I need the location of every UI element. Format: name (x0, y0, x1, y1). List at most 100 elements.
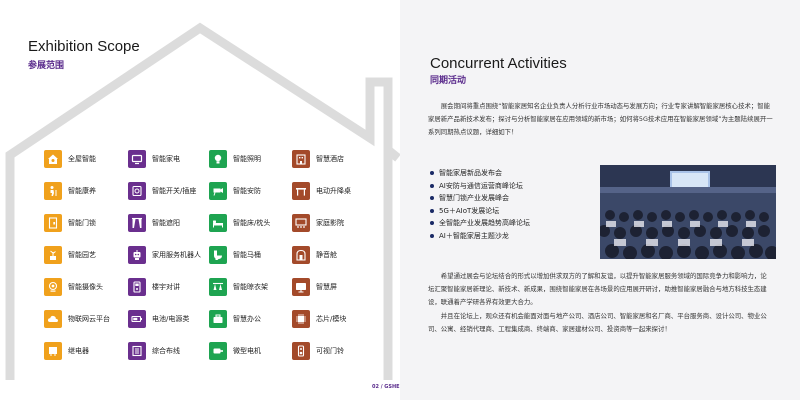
scope-item: 智能家电 (128, 150, 180, 168)
conference-photo (600, 165, 776, 259)
scope-item-label: 智能安防 (233, 187, 261, 195)
bullet-dot (430, 171, 434, 176)
list-item: 全智能产业发展趋势高峰论坛 (430, 217, 610, 230)
scope-item-label: 智能照明 (233, 155, 261, 163)
list-item-label: 智慧门锁产业发展峰会 (439, 194, 509, 202)
scope-item: 综合布线 (128, 342, 180, 360)
bed-icon (209, 214, 227, 232)
scope-item-label: 智能门锁 (68, 219, 96, 227)
scope-item: 静音舱 (292, 246, 337, 264)
robot-icon (128, 246, 146, 264)
scope-item: 智能门锁 (44, 214, 96, 232)
home-gear-icon (44, 150, 62, 168)
scope-item-label: 静音舱 (316, 251, 337, 259)
list-item: 5G＋AIoT发展论坛 (430, 205, 610, 218)
scope-item: 电池/电源类 (128, 310, 189, 328)
scope-item-label: 智能遮阳 (152, 219, 180, 227)
hotel-icon (292, 150, 310, 168)
scope-item: 芯片/模块 (292, 310, 346, 328)
scope-item-label: 物联网云平台 (68, 315, 110, 323)
scope-item-label: 家用服务机器人 (152, 251, 201, 259)
activities-paragraph-3: 并且在论坛上，观众还有机会能面对面与地产公司、酒店公司、智能家居和名厂商、平台服… (428, 312, 767, 333)
scope-title-en: Exhibition Scope (28, 38, 140, 55)
page-number: 02 / GSHE (372, 384, 400, 390)
scope-grid: 全屋智能 智能家电 智能照明 智慧酒店 智能康养 智能开关/插座 智能安防 电动… (44, 150, 374, 375)
scope-item-label: 智能摄像头 (68, 283, 103, 291)
scope-item: 智能安防 (209, 182, 261, 200)
scope-item-label: 电动升降桌 (316, 187, 351, 195)
doorbell-icon (292, 342, 310, 360)
activities-intro: 展会期间将重点围绕“智能家居知名企业负责人分析行业市场动态与发展方向；行业专家讲… (428, 102, 773, 136)
power-switch-icon (128, 182, 146, 200)
scope-item: 家庭影院 (292, 214, 344, 232)
scope-item: 物联网云平台 (44, 310, 110, 328)
scope-title-cn: 参展范围 (28, 61, 65, 71)
pod-icon (292, 246, 310, 264)
scope-item-label: 智慧酒店 (316, 155, 344, 163)
scope-item-label: 智能床/枕头 (233, 219, 271, 227)
scope-item-label: 全屋智能 (68, 155, 96, 163)
bullet-dot (430, 196, 434, 201)
scope-item-label: 智能晾衣架 (233, 283, 268, 291)
scope-item-label: 微型电机 (233, 347, 261, 355)
concurrent-activities-page: Concurrent Activities 同期活动 展会期间将重点围绕“智能家… (400, 0, 800, 400)
scope-item-label: 智慧屏 (316, 283, 337, 291)
scope-item: 微型电机 (209, 342, 261, 360)
garden-icon (44, 246, 62, 264)
list-item: 智慧门锁产业发展峰会 (430, 192, 610, 205)
scope-item: 智慧酒店 (292, 150, 344, 168)
scope-item-label: 芯片/模块 (316, 315, 347, 323)
scope-item-label: 智慧办公 (233, 315, 261, 323)
theater-icon (292, 214, 310, 232)
list-item: 智能家居新品发布会 (430, 167, 610, 180)
scope-item: 智能照明 (209, 150, 261, 168)
scope-item-label: 智能开关/插座 (152, 187, 197, 195)
motor-icon (209, 342, 227, 360)
list-item-label: 全智能产业发展趋势高峰论坛 (439, 219, 530, 227)
scope-item: 智慧办公 (209, 310, 261, 328)
scope-item-label: 智能康养 (68, 187, 96, 195)
toilet-icon (209, 246, 227, 264)
scope-item: 智能园艺 (44, 246, 96, 264)
bullet-dot (430, 183, 434, 188)
scope-item-label: 智能家电 (152, 155, 180, 163)
activities-title-cn: 同期活动 (430, 76, 467, 86)
screen-icon (292, 278, 310, 296)
scope-item-label: 家庭影院 (316, 219, 344, 227)
scope-item: 全屋智能 (44, 150, 96, 168)
webcam-icon (44, 278, 62, 296)
activities-title-en: Concurrent Activities (430, 55, 567, 72)
list-item-label: AI安防与通信运营商峰论坛 (439, 181, 523, 190)
bullet-dot (430, 208, 434, 213)
scope-item: 楼宇对讲 (128, 278, 180, 296)
bullet-dot (430, 233, 434, 238)
wiring-icon (128, 342, 146, 360)
scope-item-label: 电池/电源类 (152, 315, 190, 323)
door-lock-icon (44, 214, 62, 232)
elderly-care-icon (44, 182, 62, 200)
bulb-icon (209, 150, 227, 168)
relay-icon (44, 342, 62, 360)
tv-icon (128, 150, 146, 168)
scope-item: 智能床/枕头 (209, 214, 270, 232)
chip-icon (292, 310, 310, 328)
list-item-label: 智能家居新品发布会 (439, 169, 502, 177)
scope-item: 可视门铃 (292, 342, 344, 360)
scope-item: 智能摄像头 (44, 278, 103, 296)
list-item: AI安防与通信运营商峰论坛 (430, 180, 610, 193)
scope-item-label: 综合布线 (152, 347, 180, 355)
bullet-dot (430, 221, 434, 226)
scope-item-label: 楼宇对讲 (152, 283, 180, 291)
scope-item: 智能马桶 (209, 246, 261, 264)
scope-item: 家用服务机器人 (128, 246, 201, 264)
battery-icon (128, 310, 146, 328)
activities-paragraph-2: 希望通过展会与论坛结合的形式以增加供求双方的了解和友谊，以提升智能家居服务领域的… (428, 272, 767, 306)
scope-item-label: 智能马桶 (233, 251, 261, 259)
scope-item: 电动升降桌 (292, 182, 351, 200)
list-item: AI＋智能家居主题沙龙 (430, 230, 610, 243)
activities-list: 智能家居新品发布会 AI安防与通信运营商峰论坛 智慧门锁产业发展峰会 5G＋AI… (430, 167, 610, 242)
scope-item: 智能开关/插座 (128, 182, 196, 200)
office-icon (209, 310, 227, 328)
scope-item: 智能遮阳 (128, 214, 180, 232)
intercom-icon (128, 278, 146, 296)
